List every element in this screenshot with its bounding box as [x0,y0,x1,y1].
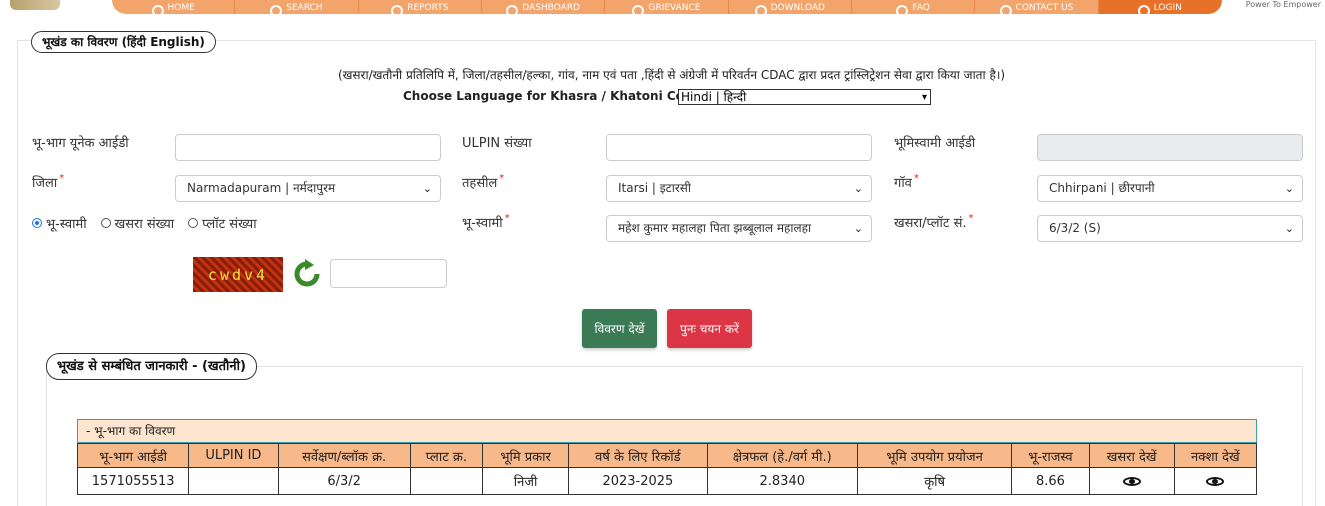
col-header: सर्वेक्षण/ब्लॉक क्र. [277,443,411,468]
unique-id-label: भू-भाग यूनेक आईडी [32,136,129,151]
tehsil-select[interactable]: Itarsi | इटारसी ⌄ [606,175,872,202]
col-header: भूमि प्रकार [481,443,570,468]
search-by-radio-group: भू-स्वामी खसरा संख्या प्लॉट संख्या [32,214,271,232]
chevron-down-icon: ⌄ [1284,182,1294,195]
section-title: भूखंड का विवरण (हिंदी English) [31,31,216,53]
col-header: भू-भाग आईडी [76,443,190,468]
col-header: भू-राजस्व [1011,443,1090,468]
cell-plot-no [409,467,484,495]
col-header: ULPIN ID [188,443,279,468]
table-header-row: भू-भाग आईडी ULPIN ID सर्वेक्षण/ब्लॉक क्र… [76,443,1258,468]
chevron-down-icon: ⌄ [1284,222,1294,235]
logo [10,0,60,10]
owner-id-input [1037,134,1303,161]
nav-faq[interactable]: FAQ [852,0,976,14]
cell-view-map[interactable] [1173,467,1258,495]
cell-record-year: 2023-2025 [568,467,708,495]
captcha-input[interactable] [330,259,447,288]
land-table: भू-भाग आईडी ULPIN ID सर्वेक्षण/ब्लॉक क्र… [76,443,1258,495]
radio-button[interactable] [188,218,199,228]
reset-button[interactable]: पुनः चयन करें [667,309,752,348]
radio-button[interactable] [100,218,111,228]
chevron-down-icon: ⌄ [853,182,863,195]
chevron-down-icon: ⌄ [853,222,863,235]
top-bar: HOME SEARCH REPORTS DASHBOARD GRIEVANCE … [0,0,1325,18]
cell-view-khasra[interactable] [1088,467,1175,495]
cell-revenue: 8.66 [1011,467,1090,495]
transliteration-note: (खसरा/खतौनी प्रतिलिपि में, जिला/तहसील/हल… [337,68,1006,82]
nav-search[interactable]: SEARCH [235,0,359,14]
tagline: Power To Empower [1245,0,1321,9]
view-details-button[interactable]: विवरण देखें [582,309,657,348]
village-label: गॉव * [894,173,919,191]
cell-area: 2.8340 [706,467,858,495]
ulpin-input[interactable] [606,134,872,161]
radio-khasra[interactable]: खसरा संख्या [100,214,174,232]
land-details-table: - भू-भाग का विवरण भू-भाग आईडी ULPIN ID स… [76,419,1258,495]
cell-survey-no: 6/3/2 [277,467,411,495]
nav-home[interactable]: HOME [112,0,236,14]
col-header: खसरा देखें [1088,443,1175,468]
cell-land-id: 1571055513 [76,467,190,495]
reports-icon [391,5,404,14]
contact-icon [999,5,1012,14]
language-label: Choose Language for Khasra / Khatoni Cop… [403,89,706,103]
table-row: 1571055513 6/3/2 निजी 2023-2025 2.8340 क… [76,467,1258,495]
village-select[interactable]: Chhirpani | छीरपानी ⌄ [1037,175,1303,202]
home-icon [151,5,164,14]
district-select[interactable]: Narmadapuram | नर्मदापुरम ⌄ [175,175,441,202]
nav-contact[interactable]: CONTACT US [975,0,1099,14]
nav-download[interactable]: DOWNLOAD [729,0,852,14]
unique-id-input[interactable] [175,134,441,161]
nav-dashboard[interactable]: DASHBOARD [482,0,606,14]
cell-ulpin [188,467,279,495]
dashboard-icon [506,5,519,14]
col-header: नक्शा देखें [1173,443,1258,468]
nav-grievance[interactable]: GRIEVANCE [605,0,729,14]
nav-login[interactable]: LOGIN [1098,0,1222,14]
col-header: प्लाट क्र. [409,443,484,468]
eye-icon[interactable] [1122,476,1141,486]
search-icon [270,5,283,14]
captcha-image: cwdv4 [193,257,283,292]
radio-owner[interactable]: भू-स्वामी [32,214,87,232]
main-nav: HOME SEARCH REPORTS DASHBOARD GRIEVANCE … [112,0,1222,14]
login-icon [1137,5,1150,14]
nav-reports[interactable]: REPORTS [359,0,482,14]
khasra-label: खसरा/प्लॉट सं. * [894,213,974,231]
faq-icon [896,5,909,14]
radio-plot[interactable]: प्लॉट संख्या [188,214,257,232]
tehsil-label: तहसील * [462,173,505,191]
chevron-down-icon: ▾ [921,92,927,103]
cell-land-type: निजी [481,467,570,495]
refresh-icon[interactable] [292,259,322,289]
language-select-value: Hindi | हिन्दी [681,90,747,104]
language-select[interactable]: Hindi | हिन्दी ▾ [678,89,931,105]
radio-button[interactable] [32,218,42,228]
eye-icon[interactable] [1206,476,1225,486]
grievance-icon [632,5,645,14]
download-icon [754,5,767,14]
owner-id-label: भूमिस्वामी आईडी [894,136,976,151]
col-header: वर्ष के लिए रिकॉर्ड [568,443,708,468]
col-header: भूमि उपयोग प्रयोजन [856,443,1013,468]
khasra-select[interactable]: 6/3/2 (S) ⌄ [1037,215,1303,242]
owner-select[interactable]: महेश कुमार महालहा पिता झब्बूलाल महालहा ⌄ [606,215,872,242]
district-label: जिला * [32,173,65,191]
owner-label: भू-स्वामी * [462,213,510,231]
col-header: क्षेत्रफल (हे./वर्ग मी.) [706,443,858,468]
cell-land-use: कृषि [856,467,1013,495]
ulpin-label: ULPIN संख्या [462,136,532,151]
chevron-down-icon: ⌄ [422,182,432,195]
khatoni-section-title: भूखंड से सम्बंधित जानकारी - (खतौनी) [46,353,257,380]
table-caption: - भू-भाग का विवरण [77,419,1257,443]
